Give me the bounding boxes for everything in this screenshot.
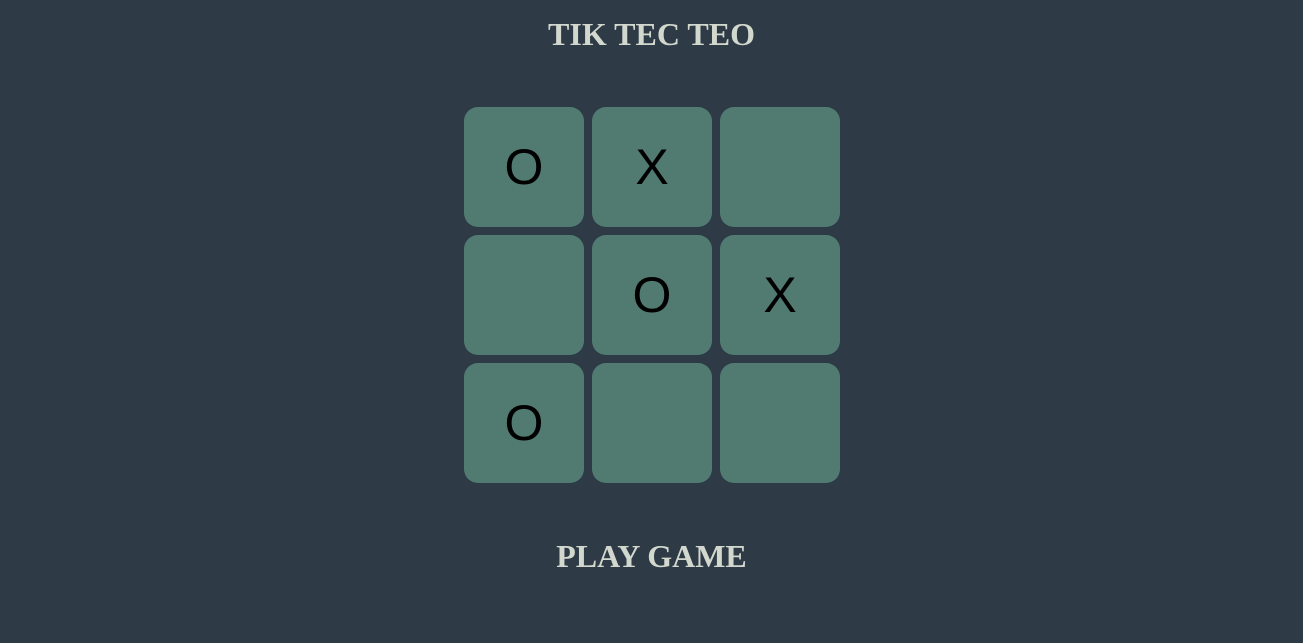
game-board: O X O X O bbox=[464, 107, 840, 483]
board-cell-7[interactable]: O bbox=[464, 363, 584, 483]
board-cell-3[interactable] bbox=[720, 107, 840, 227]
board-cell-1[interactable]: O bbox=[464, 107, 584, 227]
board-cell-8[interactable] bbox=[592, 363, 712, 483]
board-cell-4[interactable] bbox=[464, 235, 584, 355]
play-game-button[interactable]: PLAY GAME bbox=[0, 536, 1303, 576]
board-cell-2[interactable]: X bbox=[592, 107, 712, 227]
board-cell-6[interactable]: X bbox=[720, 235, 840, 355]
game-title: TIK TEC TEO bbox=[548, 16, 755, 52]
board-cell-5[interactable]: O bbox=[592, 235, 712, 355]
board-cell-9[interactable] bbox=[720, 363, 840, 483]
